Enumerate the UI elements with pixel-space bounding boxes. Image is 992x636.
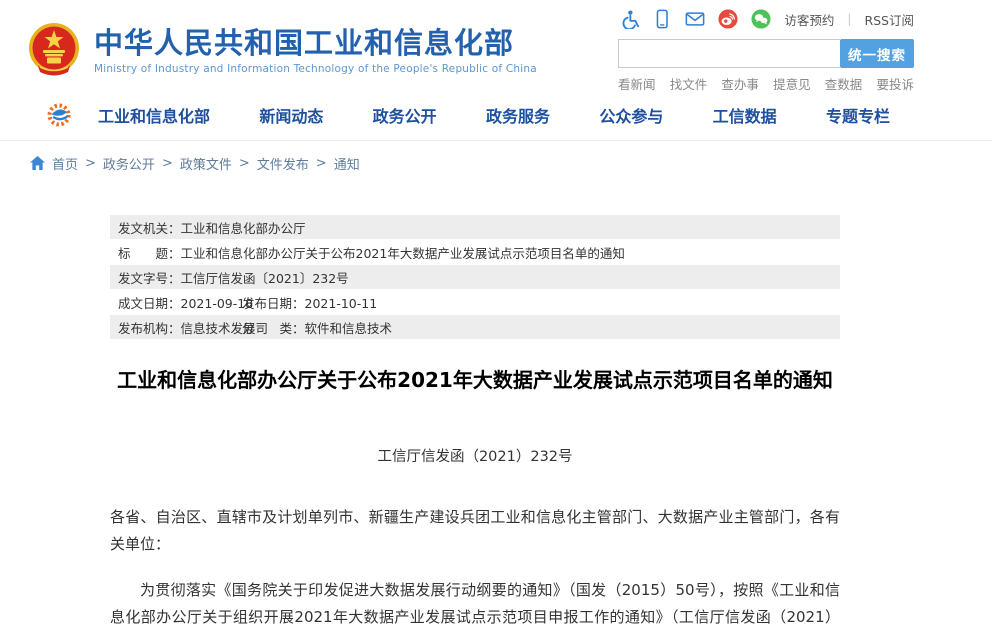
breadcrumb-separator: > — [316, 156, 327, 171]
meta-row-dates: 成文日期：2021-09-18 发布日期：2021-10-11 — [110, 290, 840, 314]
visitor-appointment-link[interactable]: 访客预约 — [784, 10, 834, 29]
meta-value: 工业和信息化部办公厅 — [181, 218, 306, 237]
header-utilities: 访客预约 | RSS订阅 统一搜索 看新闻 找文件 查办事 提意见 查数据 要投… — [618, 6, 914, 93]
breadcrumb-notice[interactable]: 通知 — [334, 154, 360, 173]
meta-label: 发文字号： — [118, 268, 181, 287]
quick-link-data[interactable]: 查数据 — [825, 74, 863, 93]
national-emblem-icon — [28, 22, 80, 78]
quick-link-complain[interactable]: 要投诉 — [876, 74, 914, 93]
search-input[interactable] — [618, 39, 840, 68]
meta-label: 分 类： — [242, 321, 305, 336]
rss-subscribe-link[interactable]: RSS订阅 — [864, 10, 914, 29]
meta-row-publisher-category: 发布机构：信息技术发展司 分 类：软件和信息技术 — [110, 315, 840, 339]
breadcrumb-gov-affairs[interactable]: 政务公开 — [103, 154, 155, 173]
meta-label: 发文机关： — [118, 218, 181, 237]
site-brand[interactable]: 中华人民共和国工业和信息化部 Ministry of Industry and … — [28, 22, 537, 78]
meta-value: 工业和信息化部办公厅关于公布2021年大数据产业发展试点示范项目名单的通知 — [181, 243, 625, 262]
main-nav: 工业和信息化部 新闻动态 政务公开 政务服务 公众参与 工信数据 专题专栏 — [0, 90, 992, 141]
document-number: 工信厅信发函（2021）232号 — [110, 445, 840, 466]
meta-row-issuing-agency: 发文机关：工业和信息化部办公厅 — [110, 215, 840, 239]
nav-item-news[interactable]: 新闻动态 — [259, 103, 323, 127]
breadcrumb-separator: > — [85, 156, 96, 171]
nav-item-gov-affairs[interactable]: 政务公开 — [373, 103, 437, 127]
breadcrumb-home[interactable]: 首页 — [52, 154, 78, 173]
meta-label: 成文日期： — [118, 296, 181, 311]
nav-item-public-participation[interactable]: 公众参与 — [599, 103, 663, 127]
meta-value: 2021-10-11 — [305, 296, 378, 311]
meta-value: 工信厅信发函〔2021〕232号 — [181, 268, 349, 287]
nav-items: 工业和信息化部 新闻动态 政务公开 政务服务 公众参与 工信数据 专题专栏 — [98, 103, 890, 127]
search-bar: 统一搜索 — [618, 39, 914, 68]
meta-cell: 发布机构：信息技术发展司 — [118, 318, 242, 337]
utility-links-row: 访客预约 | RSS订阅 — [618, 6, 914, 32]
wechat-icon[interactable] — [751, 9, 771, 29]
nav-item-special-topics[interactable]: 专题专栏 — [826, 103, 890, 127]
document-paragraph-salutation: 各省、自治区、直辖市及计划单列市、新疆生产建设兵团工业和信息化主管部门、大数据产… — [110, 504, 840, 558]
document-meta-table: 发文机关：工业和信息化部办公厅 标 题：工业和信息化部办公厅关于公布2021年大… — [110, 215, 840, 339]
breadcrumb-file-release[interactable]: 文件发布 — [257, 154, 309, 173]
mobile-icon[interactable] — [652, 9, 672, 29]
document-paragraph-body: 为贯彻落实《国务院关于印发促进大数据发展行动纲要的通知》（国发（2015）50号… — [110, 577, 840, 636]
weibo-icon[interactable] — [718, 9, 738, 29]
nav-item-gov-services[interactable]: 政务服务 — [486, 103, 550, 127]
document-content: 发文机关：工业和信息化部办公厅 标 题：工业和信息化部办公厅关于公布2021年大… — [110, 215, 840, 636]
meta-row-title: 标 题：工业和信息化部办公厅关于公布2021年大数据产业发展试点示范项目名单的通… — [110, 240, 840, 264]
utility-divider: | — [847, 12, 851, 26]
document-title: 工业和信息化部办公厅关于公布2021年大数据产业发展试点示范项目名单的通知 — [110, 365, 840, 395]
gov-e-logo-icon — [46, 101, 74, 129]
quick-links-row: 看新闻 找文件 查办事 提意见 查数据 要投诉 — [618, 74, 914, 93]
meta-row-doc-number: 发文字号：工信厅信发函〔2021〕232号 — [110, 265, 840, 289]
meta-cell: 分 类：软件和信息技术 — [242, 318, 392, 337]
page: 中华人民共和国工业和信息化部 Ministry of Industry and … — [0, 0, 992, 636]
unified-search-button[interactable]: 统一搜索 — [840, 39, 914, 68]
breadcrumb: 首页 > 政务公开 > 政策文件 > 文件发布 > 通知 — [0, 141, 992, 185]
meta-label: 标 题： — [118, 243, 181, 262]
meta-label: 发布日期： — [242, 296, 305, 311]
nav-item-miit-data[interactable]: 工信数据 — [713, 103, 777, 127]
home-icon[interactable] — [30, 156, 45, 170]
meta-cell: 成文日期：2021-09-18 — [118, 293, 242, 312]
breadcrumb-separator: > — [162, 156, 173, 171]
breadcrumb-policy-files[interactable]: 政策文件 — [180, 154, 232, 173]
meta-label: 发布机构： — [118, 321, 181, 336]
ministry-name-en: Ministry of Industry and Information Tec… — [94, 63, 537, 75]
quick-link-suggest[interactable]: 提意见 — [773, 74, 811, 93]
meta-cell: 发布日期：2021-10-11 — [242, 293, 377, 312]
site-header: 中华人民共和国工业和信息化部 Ministry of Industry and … — [0, 0, 992, 90]
quick-link-files[interactable]: 找文件 — [670, 74, 708, 93]
brand-text: 中华人民共和国工业和信息化部 Ministry of Industry and … — [94, 26, 537, 75]
quick-link-news[interactable]: 看新闻 — [618, 74, 656, 93]
breadcrumb-separator: > — [239, 156, 250, 171]
accessibility-icon[interactable] — [619, 9, 639, 29]
quick-link-services[interactable]: 查办事 — [721, 74, 759, 93]
ministry-name-cn: 中华人民共和国工业和信息化部 — [94, 26, 537, 60]
meta-value: 软件和信息技术 — [305, 321, 393, 336]
mail-icon[interactable] — [685, 9, 705, 29]
nav-item-ministry[interactable]: 工业和信息化部 — [98, 103, 210, 127]
